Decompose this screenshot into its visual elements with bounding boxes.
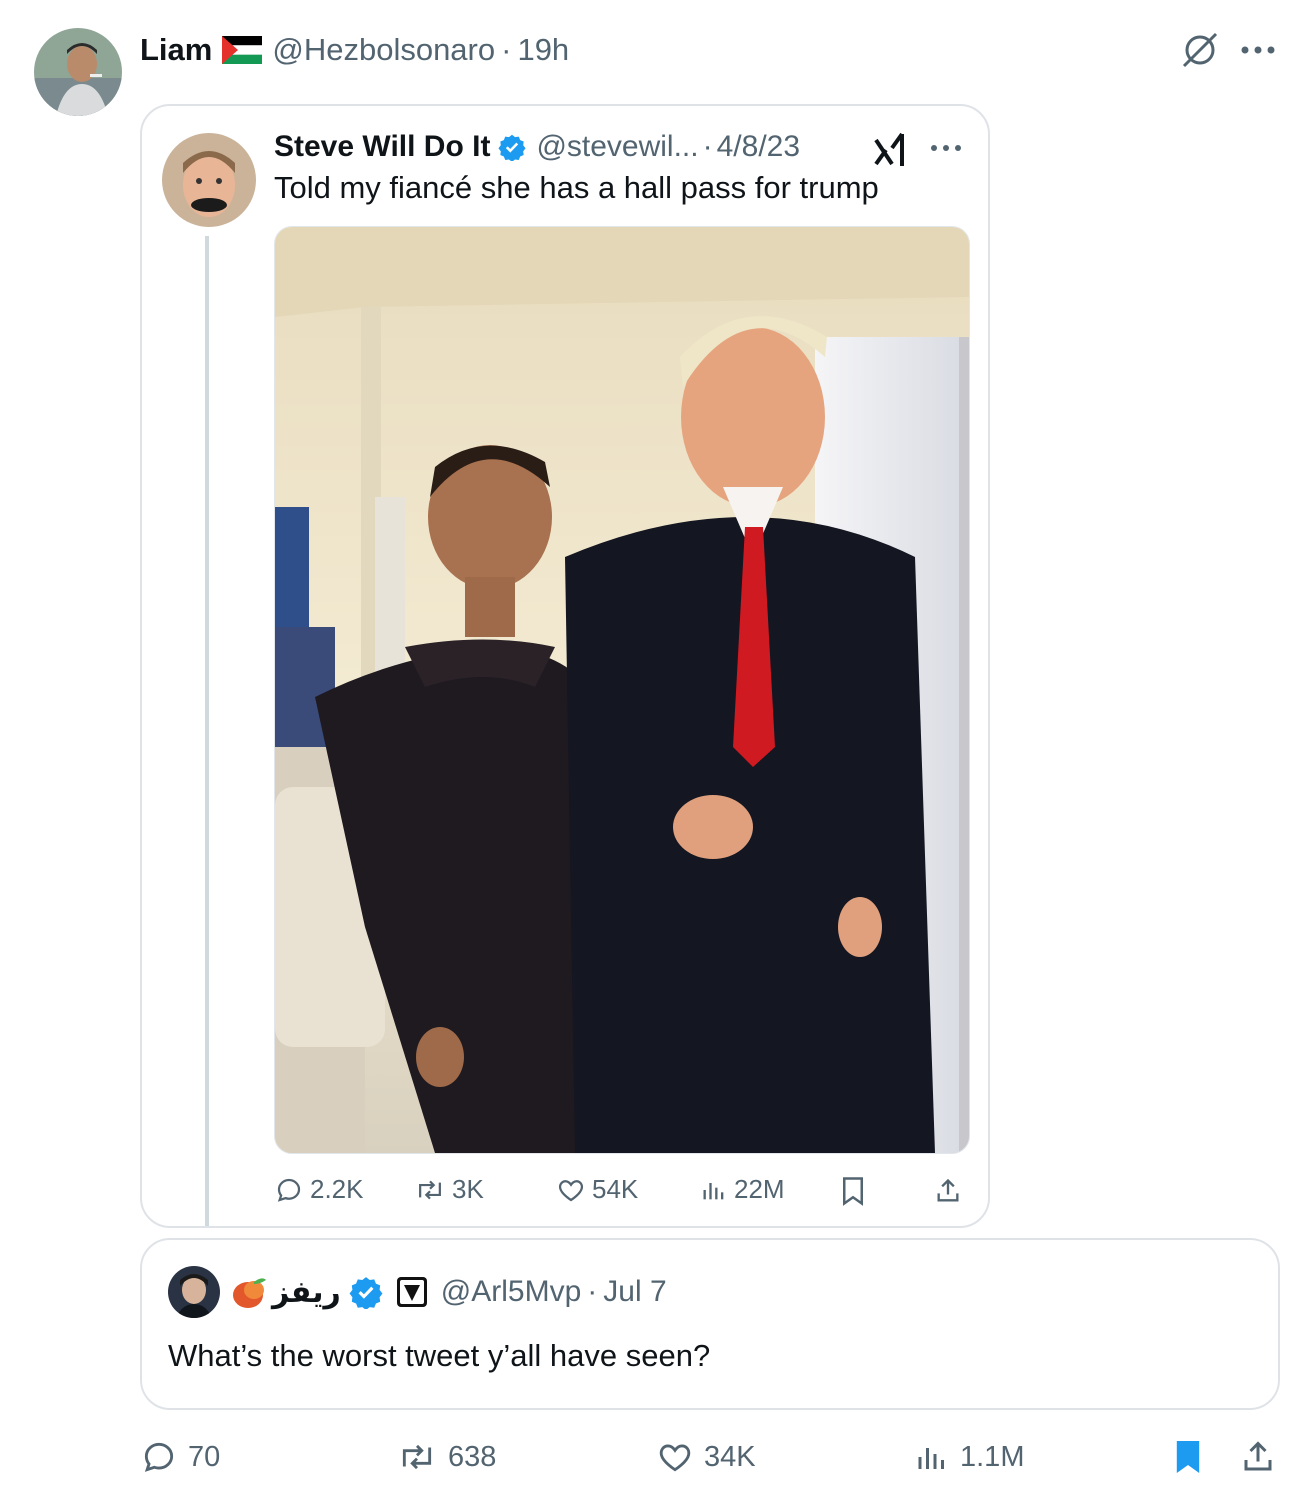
inner-date[interactable]: Jul 7: [603, 1275, 666, 1309]
reply-icon: [140, 1438, 178, 1476]
quoted-tweet-text: Told my fiancé she has a hall pass for t…: [274, 170, 879, 205]
inner-handle[interactable]: @Arl5Mvp: [441, 1275, 581, 1309]
display-name[interactable]: Liam: [140, 32, 212, 68]
repost-icon: [414, 1175, 446, 1205]
arl5mvp-avatar[interactable]: [168, 1266, 220, 1318]
outer-views-count: 1.1M: [960, 1440, 1025, 1473]
affiliate-badge-icon: [395, 1275, 429, 1309]
bookmark-icon[interactable]: [1172, 1436, 1208, 1478]
separator: ·: [587, 1275, 598, 1308]
outer-tweet-header: Liam @Hezbolsonaro · 19h: [140, 30, 569, 70]
quoted-like-stat[interactable]: 54K: [556, 1174, 638, 1205]
heart-icon: [656, 1438, 694, 1476]
outer-repost-count: 638: [448, 1440, 497, 1473]
outer-repost-stat[interactable]: 638: [396, 1438, 496, 1476]
grok-logo-icon[interactable]: [870, 130, 910, 170]
repost-icon: [396, 1438, 438, 1476]
tweet-photo[interactable]: [274, 226, 970, 1154]
reply-icon: [274, 1175, 304, 1205]
quoted-more-icon[interactable]: [930, 140, 966, 156]
quoted-like-count: 54K: [592, 1174, 639, 1204]
quoted-repost-count: 3K: [452, 1174, 484, 1204]
verified-badge-icon: [349, 1275, 383, 1310]
separator: ·: [702, 130, 713, 163]
quoted-date[interactable]: 4/8/23: [717, 130, 800, 164]
heart-icon: [556, 1175, 586, 1205]
verified-badge-icon: [498, 133, 526, 162]
quoted-display-name[interactable]: Steve Will Do It: [274, 130, 490, 164]
quoted-views-stat[interactable]: 22M: [700, 1174, 785, 1205]
views-icon: [700, 1175, 728, 1205]
mango-emoji-icon: [232, 1276, 268, 1310]
more-options-icon[interactable]: [1240, 36, 1280, 64]
quoted-reply-count: 2.2K: [310, 1174, 364, 1204]
handle[interactable]: @Hezbolsonaro: [272, 32, 495, 68]
quoted-views-count: 22M: [734, 1174, 785, 1204]
inner-quote-card[interactable]: [140, 1238, 1280, 1410]
share-icon[interactable]: [1240, 1436, 1278, 1478]
outer-views-stat[interactable]: 1.1M: [914, 1438, 1024, 1476]
outer-reply-count: 70: [188, 1440, 221, 1473]
steve-avatar[interactable]: [162, 133, 256, 227]
separator: ·: [501, 32, 512, 67]
inner-display-name[interactable]: ريفز: [272, 1275, 341, 1310]
grok-icon[interactable]: [1180, 30, 1220, 70]
palestine-flag-icon: [222, 36, 263, 64]
inner-quote-text: What’s the worst tweet y’all have seen?: [168, 1338, 711, 1373]
outer-like-count: 34K: [704, 1440, 756, 1473]
liam-avatar[interactable]: [34, 28, 122, 116]
quoted-bookmark-icon[interactable]: [840, 1176, 870, 1206]
quoted-tweet-header: Steve Will Do It @stevewil... · 4/8/23: [274, 128, 800, 166]
thread-line: [205, 236, 209, 1226]
quoted-share-icon[interactable]: [934, 1176, 964, 1206]
quoted-repost-stat[interactable]: 3K: [414, 1174, 484, 1205]
views-icon: [914, 1438, 950, 1476]
quoted-reply-stat[interactable]: 2.2K: [274, 1174, 364, 1205]
inner-quote-header: ريفز @Arl5Mvp · Jul 7: [272, 1272, 667, 1312]
outer-reply-stat[interactable]: 70: [140, 1438, 220, 1476]
quoted-handle[interactable]: @stevewil...: [536, 130, 698, 164]
timestamp[interactable]: 19h: [517, 32, 569, 68]
outer-like-stat[interactable]: 34K: [656, 1438, 756, 1476]
